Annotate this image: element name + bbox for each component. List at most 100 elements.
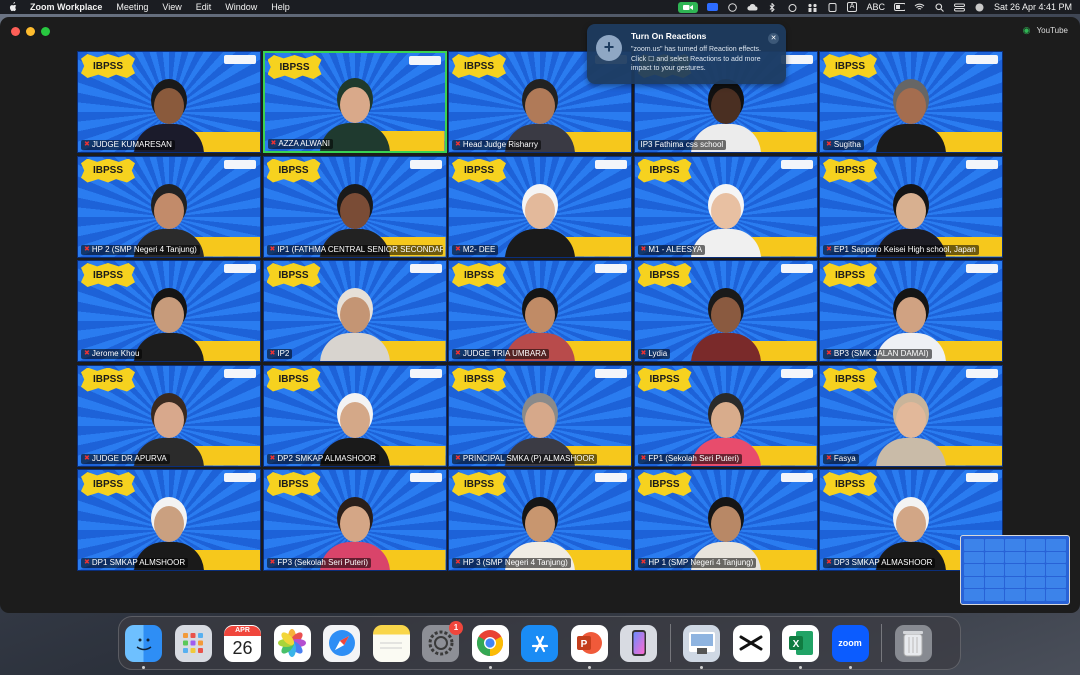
participant-tile[interactable]: IBPSS ✖ EP1 Sapporo Keisei High school, Ja…	[819, 155, 1003, 258]
menu-view[interactable]: View	[162, 2, 181, 12]
dock-powerpoint[interactable]: P	[570, 624, 608, 669]
participant-tile[interactable]: IBPSS ✖ IP1 (FATHMA CENTRAL SENIOR SECONDA…	[262, 155, 447, 258]
participant-name: PRINCIPAL SMKA (P) ALMASHOOR	[462, 453, 595, 463]
dock-safari[interactable]	[323, 624, 360, 662]
app-menu-zoom[interactable]: Zoom Workplace	[30, 2, 102, 12]
wifi-icon[interactable]	[914, 3, 925, 12]
participant-tile[interactable]: IBPSS ✖ JUDGE TRIA UMBARA	[448, 260, 632, 362]
camera-in-use-icon[interactable]	[677, 1, 698, 13]
participant-tile[interactable]: IBPSS ✖ HP 1 (SMP Negeri 4 Tanjung)	[633, 469, 818, 571]
participant-tile[interactable]: IBPSS ✖ Lydia	[633, 260, 818, 362]
menu-edit[interactable]: Edit	[196, 2, 212, 12]
self-view-thumbnail[interactable]	[960, 535, 1070, 605]
ibpss-logo: IBPSS	[266, 367, 321, 392]
close-window-button[interactable]	[11, 27, 20, 36]
calendar-month: APR	[224, 625, 261, 636]
participant-tile[interactable]: IBPSS ✖ FP3 (Sekolah Seri Puteri)	[262, 469, 447, 571]
ibpss-logo: IBPSS	[266, 263, 321, 287]
dock-excel[interactable]: X	[782, 624, 819, 669]
participant-name: EP1 Sapporo Keisei High school, Japan	[833, 244, 976, 254]
sponsor-logo	[224, 159, 256, 169]
battery-status-icon[interactable]	[827, 2, 838, 12]
thumbnail-cell	[1025, 589, 1046, 601]
livestream-icon: ◉	[1022, 25, 1031, 35]
sponsor-logo	[224, 264, 256, 273]
participant-tile[interactable]: IBPSS ✖ BP3 (SMK JALAN DAMAI)	[819, 260, 1003, 362]
reactions-notification[interactable]: + Turn On Reactions "zoom.us" has turned…	[587, 24, 786, 84]
dock-finder[interactable]	[125, 624, 162, 669]
participant-name: HP 2 (SMP Negeri 4 Tanjung)	[91, 244, 197, 254]
notification-close-button[interactable]: ✕	[768, 33, 779, 44]
reactions-add-icon: +	[596, 35, 622, 61]
menu-help[interactable]: Help	[271, 2, 290, 12]
participant-tile[interactable]: IBPSS ✖ FP1 (Sekolah Seri Puteri)	[633, 364, 818, 467]
battery-icon[interactable]	[893, 3, 905, 12]
dock-iphone-mirroring[interactable]	[620, 624, 657, 662]
apple-menu-icon[interactable]	[8, 2, 18, 12]
participant-name-label: ✖ JUDGE KUMARESAN	[81, 140, 175, 150]
participant-tile[interactable]: IBPSS ✖ JUDGE KUMARESAN	[77, 51, 261, 153]
siri-icon[interactable]	[974, 3, 985, 12]
dock-trash[interactable]	[894, 624, 932, 662]
zoom-status-icon[interactable]	[706, 3, 718, 12]
sponsor-logo	[224, 55, 256, 64]
participant-head	[525, 297, 555, 333]
dock-system-settings[interactable]: 1	[422, 620, 463, 662]
dock-separator	[881, 624, 882, 662]
participant-tile[interactable]: IBPSS ✖ AZZA ALWANI	[262, 51, 447, 153]
participant-tile[interactable]: IBPSS ✖ Jerome Khou	[77, 260, 261, 362]
participant-tile[interactable]: IBPSS ✖ Sugitha	[819, 51, 1003, 153]
menu-meeting[interactable]: Meeting	[116, 2, 148, 12]
people-icon[interactable]	[807, 3, 818, 12]
sponsor-logo	[780, 159, 813, 169]
dock-chrome[interactable]	[471, 624, 509, 669]
dock-app-store[interactable]	[521, 624, 558, 662]
participant-tile[interactable]: IBPSS ✖ M2- DEE	[448, 155, 632, 258]
dock-capcut[interactable]	[732, 624, 770, 662]
participant-name-label: ✖ BP3 (SMK JALAN DAMAI)	[823, 349, 932, 359]
participant-head	[339, 401, 370, 438]
thumbnail-cell	[984, 576, 1005, 589]
dock-notes[interactable]	[372, 624, 410, 662]
search-icon[interactable]	[934, 2, 945, 12]
participant-tile[interactable]: IBPSS ✖ HP 2 (SMP Negeri 4 Tanjung)	[77, 155, 261, 258]
thumbnail-cell	[1046, 539, 1066, 551]
participant-tile[interactable]: IBPSS ✖ JUDGE DR APURVA	[77, 364, 261, 467]
menu-window[interactable]: Window	[225, 2, 257, 12]
participant-tile[interactable]: IBPSS ✖ DP1 SMKAP ALMSHOOR	[77, 469, 261, 571]
participant-tile[interactable]: IBPSS ✖ M1 - ALEESYA	[633, 155, 818, 258]
input-source-icon[interactable]: A	[846, 2, 858, 12]
cloud-icon[interactable]	[747, 3, 758, 12]
control-center-icon[interactable]	[953, 3, 965, 12]
sponsor-logo	[966, 264, 998, 273]
fullscreen-window-button[interactable]	[41, 27, 50, 36]
minimize-window-button[interactable]	[26, 27, 35, 36]
menubar-clock[interactable]: Sat 26 Apr 4:41 PM	[994, 2, 1072, 12]
participant-name-label: ✖IP3 Fathima css school	[637, 140, 727, 150]
thumbnail-cell	[984, 564, 1005, 576]
input-source-label[interactable]: ABC	[866, 2, 885, 12]
youtube-livestream-indicator[interactable]: ◉ YouTube	[1022, 25, 1068, 36]
dock-launchpad[interactable]	[174, 624, 212, 662]
timer-icon[interactable]	[787, 3, 798, 12]
thumbnail-cell	[1025, 539, 1046, 551]
participant-name: Jerome Khou	[91, 349, 140, 358]
participant-head	[525, 401, 555, 438]
thumbnail-cell	[984, 539, 1005, 551]
participant-tile[interactable]: IBPSS ✖ DP2 SMKAP ALMASHOOR	[262, 364, 447, 467]
participant-tile[interactable]: IBPSS ✖ HP 3 (SMP Negeri 4 Tanjung)	[448, 469, 632, 571]
participant-tile[interactable]: IBPSS ✖ Fasya	[819, 364, 1003, 467]
dock-photos[interactable]	[273, 624, 311, 662]
thumbnail-cell	[964, 564, 984, 576]
dock-preview[interactable]	[683, 624, 720, 669]
youtube-label: YouTube	[1036, 26, 1068, 35]
participant-tile[interactable]: IBPSS ✖ PRINCIPAL SMKA (P) ALMASHOOR	[448, 364, 632, 467]
dock-zoom[interactable]: zoom	[831, 624, 869, 669]
bluetooth-icon[interactable]	[767, 2, 778, 12]
screen-record-icon[interactable]	[727, 2, 738, 12]
calendar-day: 26	[232, 637, 253, 658]
thumbnail-cell	[1005, 551, 1025, 564]
dock-calendar[interactable]: APR 26	[224, 624, 261, 662]
notes-icon	[380, 642, 402, 649]
participant-tile[interactable]: IBPSS ✖ IP2	[262, 260, 447, 362]
